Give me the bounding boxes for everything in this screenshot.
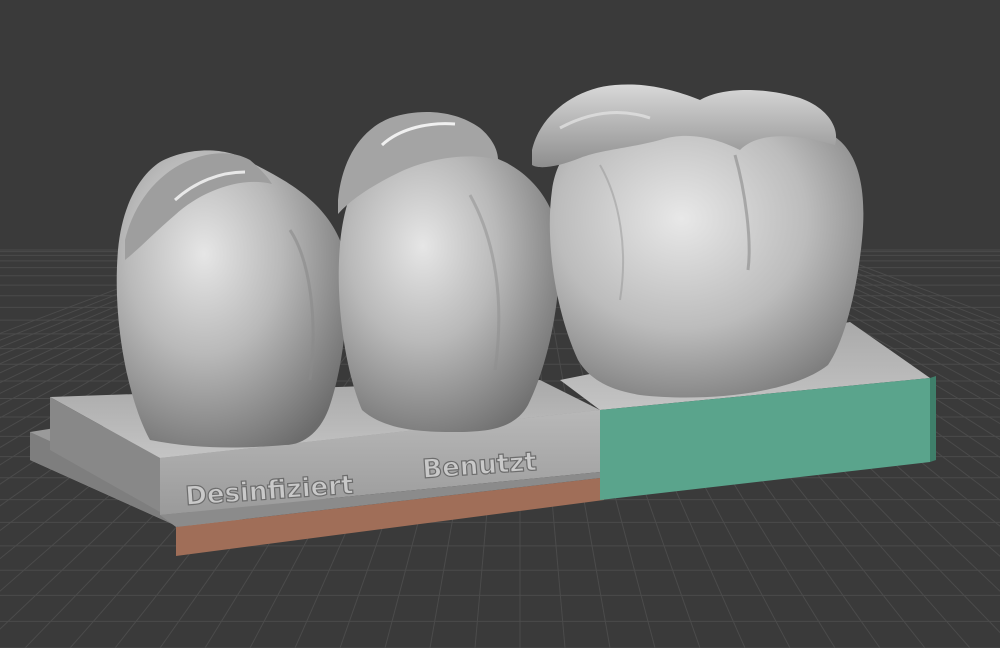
scene-canvas: Desinfiziert Benutzt xyxy=(0,0,1000,648)
3d-viewport[interactable]: Desinfiziert Benutzt xyxy=(0,0,1000,648)
molar xyxy=(532,84,864,398)
